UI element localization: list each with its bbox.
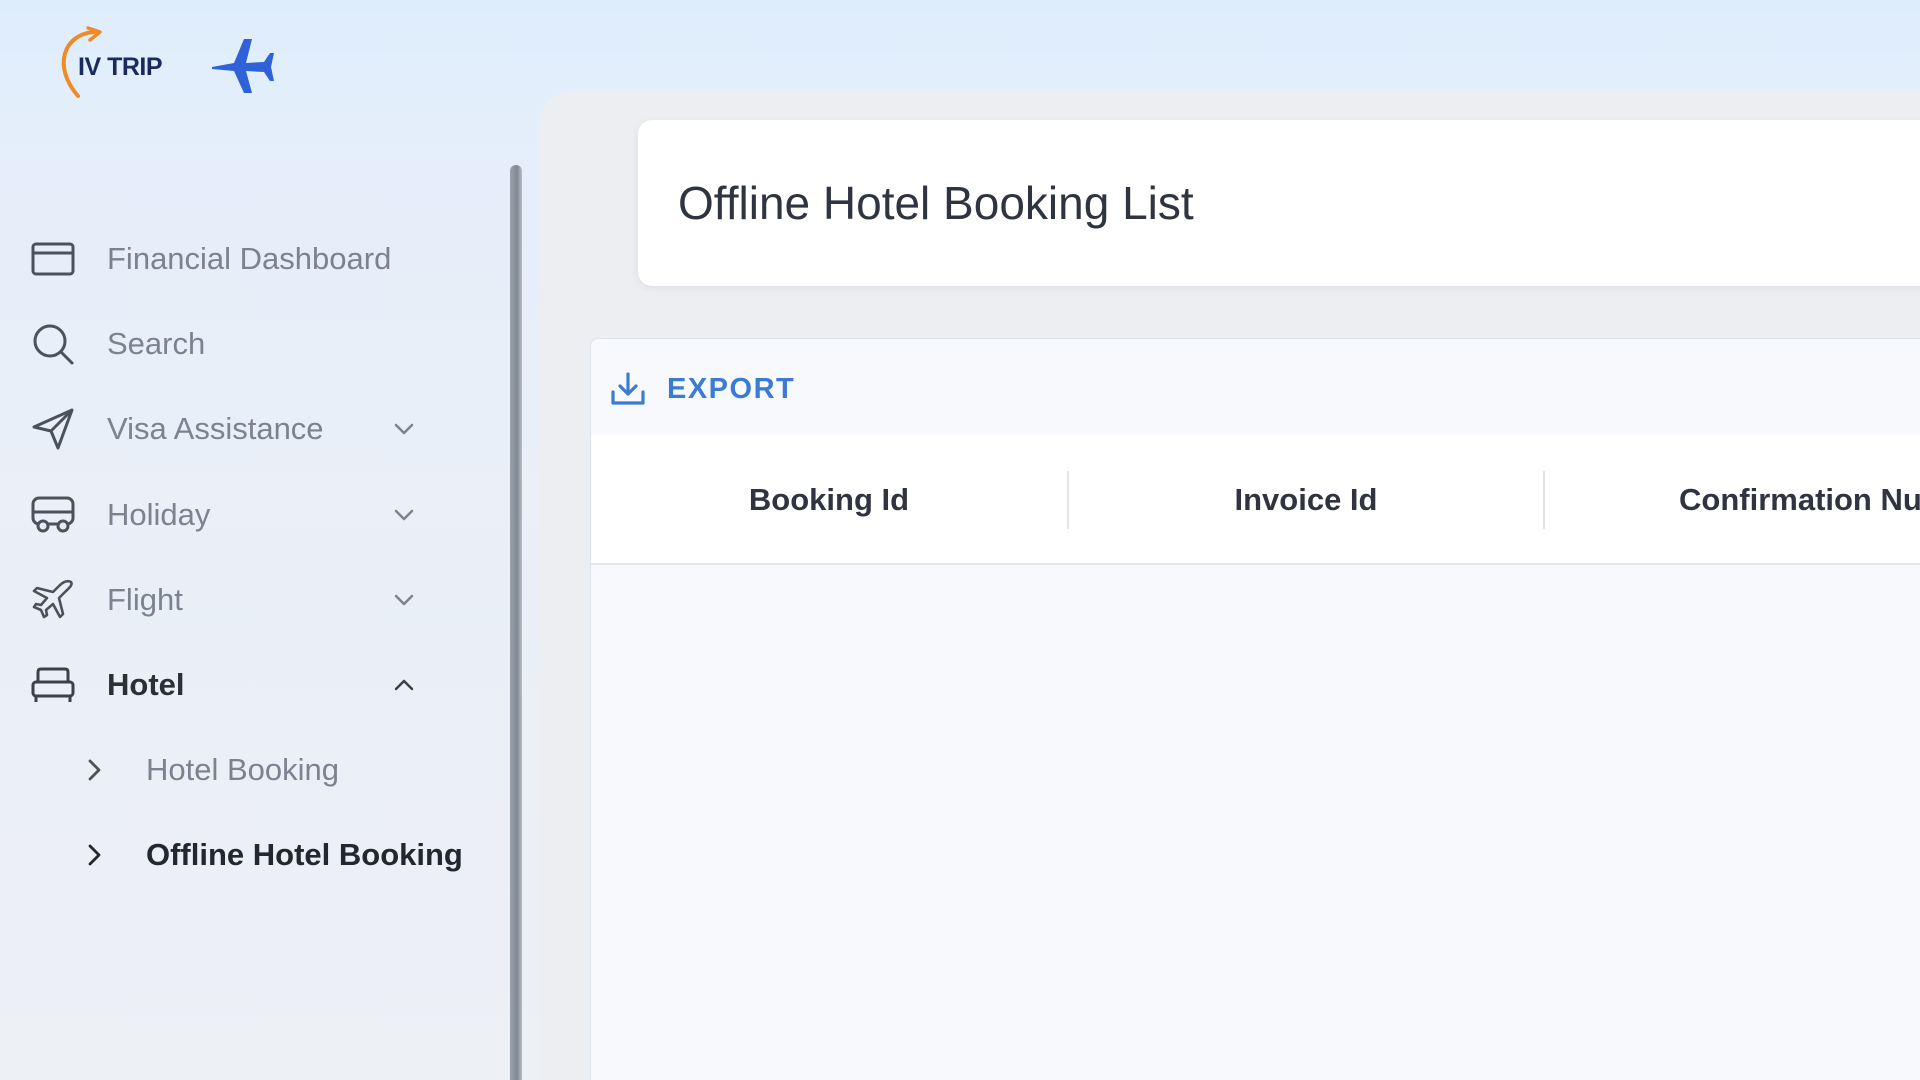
download-icon	[611, 372, 645, 405]
chevron-down-icon	[394, 423, 414, 435]
sidebar-item-label: Visa Assistance	[107, 411, 324, 446]
send-icon	[30, 406, 76, 452]
bus-icon	[30, 492, 76, 538]
export-button[interactable]: EXPORT	[609, 367, 795, 411]
sidebar-item-label: Hotel	[107, 667, 185, 702]
sidebar-item-hotel[interactable]: Hotel	[0, 645, 470, 725]
sidebar-item-holiday[interactable]: Holiday	[0, 475, 470, 555]
grid-header: Booking Id Invoice Id Confirmation Numbe…	[591, 435, 1920, 565]
sidebar: Financial Dashboard Search Visa Assistan…	[0, 165, 510, 1080]
chevron-down-icon	[394, 594, 414, 606]
sidebar-item-label: Financial Dashboard	[107, 241, 392, 276]
export-button-label: EXPORT	[667, 372, 796, 405]
page-header-card: Offline Hotel Booking List	[638, 120, 1920, 286]
column-header-label: Invoice Id	[1234, 482, 1378, 517]
column-header-booking-id[interactable]: Booking Id	[591, 435, 1067, 565]
sidebar-item-label: Flight	[107, 582, 183, 617]
data-grid: EXPORT Booking Id Invoice Id Confirmatio…	[590, 338, 1920, 1080]
chevron-down-icon	[394, 509, 414, 521]
chevron-up-icon	[394, 679, 414, 691]
grid-toolbar: EXPORT	[591, 339, 1920, 435]
search-icon	[30, 321, 76, 367]
sidebar-subitem-offline-hotel-booking[interactable]: Offline Hotel Booking	[0, 815, 470, 895]
column-header-label: Confirmation Number	[1679, 482, 1920, 517]
page-title: Offline Hotel Booking List	[678, 177, 1194, 229]
bed-icon	[30, 662, 76, 708]
chevron-right-icon	[88, 759, 101, 781]
sidebar-item-visa-assistance[interactable]: Visa Assistance	[0, 389, 470, 469]
sidebar-subitem-label: Hotel Booking	[146, 752, 340, 787]
sidebar-subitem-label: Offline Hotel Booking	[146, 837, 463, 872]
app-root: IV TRIP Financial Dashboard Search Visa …	[0, 0, 1920, 1080]
airplane-icon	[30, 577, 76, 623]
chevron-right-icon	[88, 844, 101, 866]
credit-card-icon	[30, 236, 76, 282]
brand-name: IV TRIP	[78, 53, 163, 81]
sidebar-subitem-hotel-booking[interactable]: Hotel Booking	[0, 730, 470, 810]
brand-logo[interactable]: IV TRIP	[50, 26, 290, 106]
sidebar-item-label: Search	[107, 326, 206, 361]
logo-airplane-icon	[212, 39, 274, 93]
sidebar-item-financial-dashboard[interactable]: Financial Dashboard	[0, 219, 470, 299]
grid-body	[591, 565, 1920, 1080]
sidebar-item-search[interactable]: Search	[0, 304, 470, 384]
column-header-invoice-id[interactable]: Invoice Id	[1069, 435, 1543, 565]
sidebar-item-flight[interactable]: Flight	[0, 560, 470, 640]
column-header-confirmation-number[interactable]: Confirmation Number	[1545, 435, 1920, 565]
column-header-label: Booking Id	[748, 482, 910, 517]
sidebar-item-label: Holiday	[107, 497, 211, 532]
sidebar-scrollbar[interactable]	[510, 165, 522, 1080]
